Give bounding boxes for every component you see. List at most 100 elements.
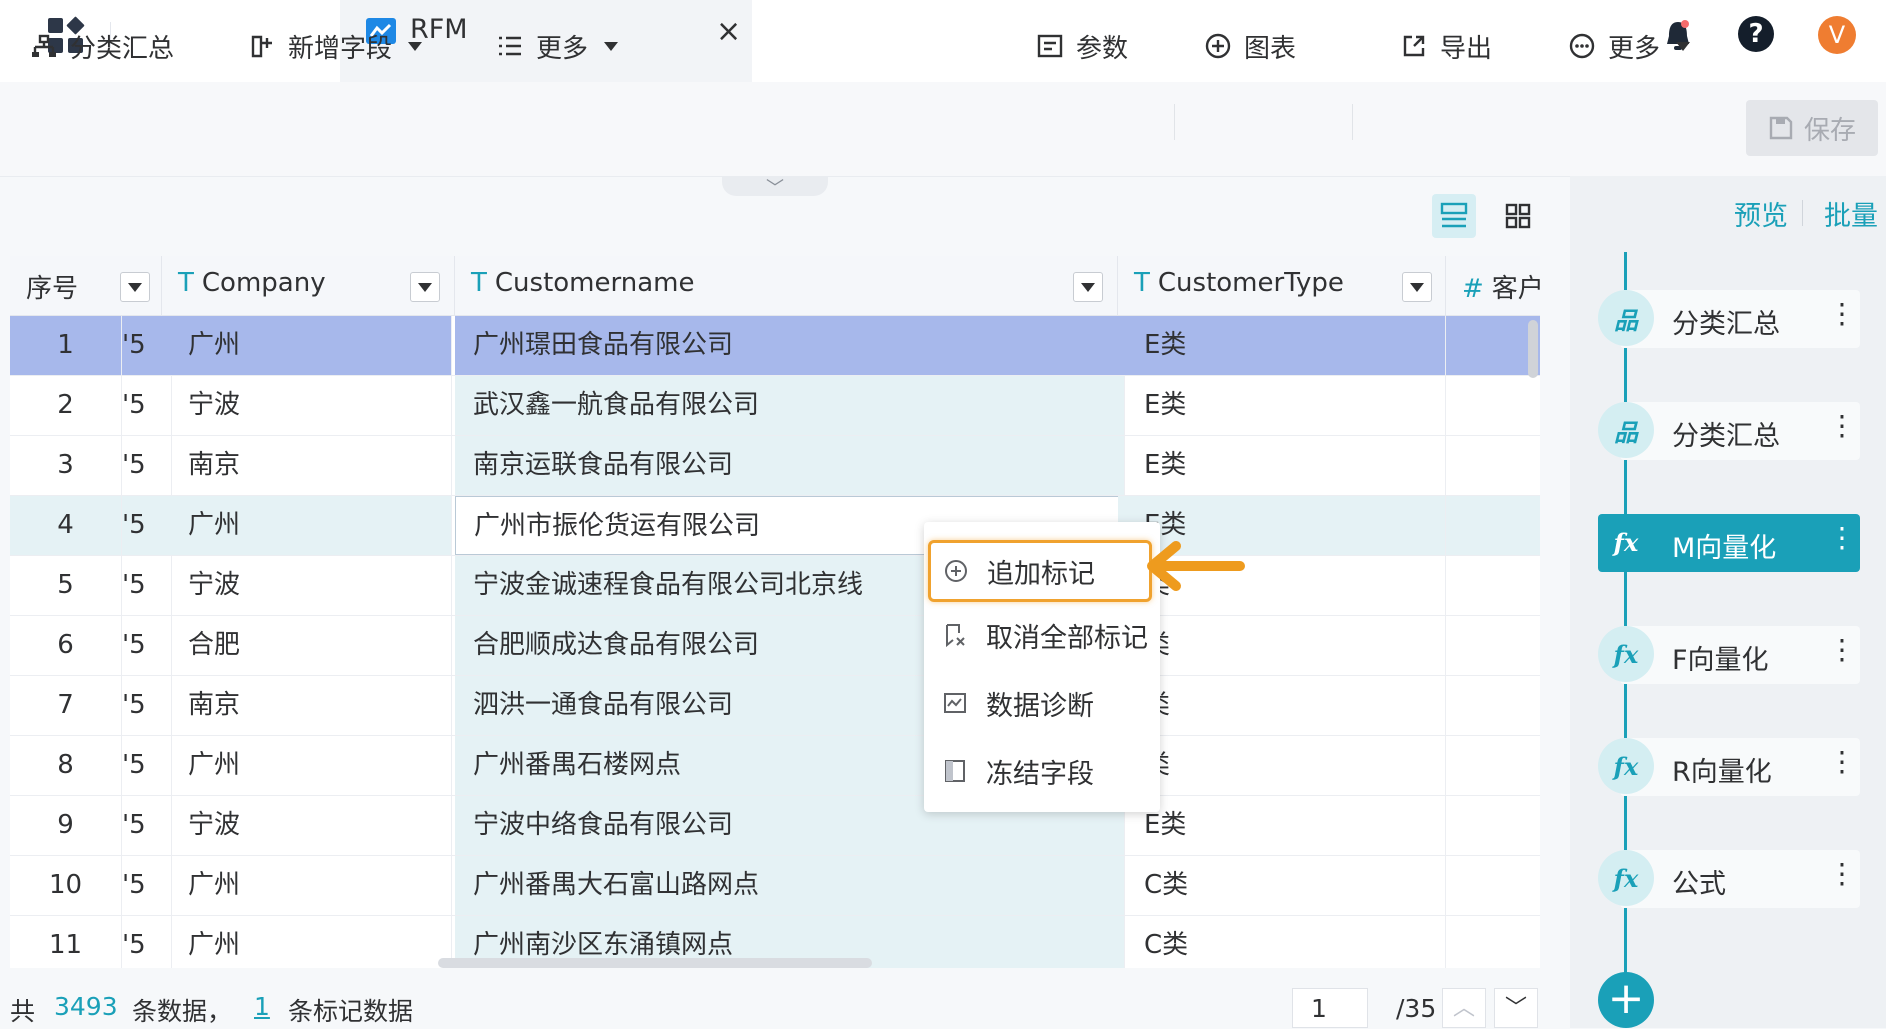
chart-button[interactable]: 图表 <box>1204 24 1296 68</box>
menu-item-append-mark[interactable]: 追加标记 <box>928 540 1152 602</box>
company-cell[interactable]: 宁波 <box>162 796 452 855</box>
table-row[interactable]: 5'5宁波宁波金诚速程食品有限公司北京线类 <box>10 556 1540 616</box>
table-row[interactable]: 7'5南京泗洪一通食品有限公司类 <box>10 676 1540 736</box>
row-index-cell[interactable]: 10 <box>10 856 122 915</box>
vertical-scrollbar[interactable] <box>1528 320 1538 378</box>
column-dropdown-icon[interactable] <box>410 272 440 302</box>
customertype-cell[interactable]: C类 <box>1118 916 1446 968</box>
company-cell[interactable]: 南京 <box>162 436 452 495</box>
customername-cell[interactable]: 武汉鑫一航食品有限公司 <box>455 376 1125 435</box>
menu-item-freeze-field[interactable]: 冻结字段 <box>930 740 1154 802</box>
step-item[interactable]: 品分类汇总 ⋮ <box>1598 290 1860 348</box>
row-index-cell[interactable]: 6 <box>10 616 122 675</box>
customer-number-cell[interactable] <box>1446 856 1540 915</box>
customer-number-cell[interactable] <box>1446 496 1540 555</box>
add-step-button[interactable]: + <box>1598 972 1654 1028</box>
row-index-cell[interactable]: 11 <box>10 916 122 968</box>
horizontal-scrollbar[interactable] <box>438 958 872 968</box>
customertype-cell[interactable]: E类 <box>1118 316 1446 375</box>
row-index-cell[interactable]: 5 <box>10 556 122 615</box>
company-cell[interactable]: 宁波 <box>162 556 452 615</box>
customer-number-cell[interactable] <box>1446 556 1540 615</box>
column-header[interactable]: T Company <box>162 256 455 316</box>
column-header[interactable]: # 客户 <box>1446 256 1540 316</box>
row-index-cell[interactable]: 3 <box>10 436 122 495</box>
customertype-cell[interactable]: 类 <box>1118 676 1446 735</box>
step-item[interactable]: fx 公式 ⋮ <box>1598 850 1860 908</box>
customer-number-cell[interactable] <box>1446 316 1540 375</box>
batch-link[interactable]: 批量 <box>1824 194 1878 233</box>
table-row[interactable]: 10'5 广州 广州番禺大石富山路网点 C类 <box>10 856 1540 916</box>
step-menu-icon[interactable]: ⋮ <box>1828 748 1856 776</box>
close-icon[interactable]: × <box>716 14 741 49</box>
step-item[interactable]: fx M向量化 ⋮ <box>1598 514 1860 572</box>
more-options-button[interactable]: 更多 <box>1568 24 1691 68</box>
column-dropdown-icon[interactable] <box>1073 272 1103 302</box>
customer-number-cell[interactable] <box>1446 616 1540 675</box>
customer-number-cell[interactable] <box>1446 916 1540 968</box>
company-cell[interactable]: 广州 <box>162 916 452 968</box>
table-row[interactable]: 8'5广州广州番禺石楼网点类 <box>10 736 1540 796</box>
customername-cell[interactable]: 南京运联食品有限公司 <box>455 436 1125 495</box>
step-menu-icon[interactable]: ⋮ <box>1828 636 1856 664</box>
step-item[interactable]: fx F向量化 ⋮ <box>1598 626 1860 684</box>
customertype-cell[interactable]: E类 <box>1118 376 1446 435</box>
row-index-cell[interactable]: 2 <box>10 376 122 435</box>
column-header[interactable]: 序号 <box>10 256 162 316</box>
customer-number-cell[interactable] <box>1446 736 1540 795</box>
customer-number-cell[interactable] <box>1446 676 1540 735</box>
save-button[interactable]: 保存 <box>1746 100 1878 156</box>
table-row[interactable]: 4'5 广州 广州市振伦货运有限公司 E类 <box>10 496 1540 556</box>
table-row[interactable]: 9'5 宁波 宁波中络食品有限公司 E类 <box>10 796 1540 856</box>
row-index-cell[interactable]: 4 <box>10 496 122 555</box>
menu-item-data-diagnosis[interactable]: 数据诊断 <box>930 672 1154 734</box>
preview-link[interactable]: 预览 <box>1734 194 1788 233</box>
prev-page-button[interactable]: ︿ <box>1442 988 1486 1028</box>
customertype-cell[interactable]: C类 <box>1118 856 1446 915</box>
customertype-cell[interactable]: E类 <box>1118 436 1446 495</box>
company-cell[interactable]: 南京 <box>162 676 452 735</box>
customertype-cell[interactable]: 类 <box>1118 736 1446 795</box>
company-cell[interactable]: 宁波 <box>162 376 452 435</box>
column-header[interactable]: T Customername <box>455 256 1118 316</box>
avatar[interactable]: V <box>1818 16 1856 54</box>
group-summary-button[interactable]: 分类汇总 <box>30 24 174 68</box>
parameter-button[interactable]: 参数 <box>1036 24 1128 68</box>
marked-count-link[interactable]: 1 <box>254 992 270 1021</box>
customertype-cell[interactable]: E类 <box>1118 796 1446 855</box>
table-row[interactable]: 1'5 广州 广州璟田食品有限公司 E类 <box>10 316 1540 376</box>
list-view-toggle[interactable] <box>1432 194 1476 238</box>
add-field-button[interactable]: 新增字段 <box>248 24 423 68</box>
more-menu-button[interactable]: 更多 <box>496 24 619 68</box>
column-header[interactable]: T CustomerType <box>1118 256 1446 316</box>
menu-item-clear-marks[interactable]: 取消全部标记 <box>930 604 1154 666</box>
step-menu-icon[interactable]: ⋮ <box>1828 300 1856 328</box>
company-cell[interactable]: 广州 <box>162 736 452 795</box>
step-menu-icon[interactable]: ⋮ <box>1828 524 1856 552</box>
row-index-cell[interactable]: 8 <box>10 736 122 795</box>
row-index-cell[interactable]: 1 <box>10 316 122 375</box>
customername-cell[interactable]: 广州番禺大石富山路网点 <box>455 856 1125 915</box>
company-cell[interactable]: 广州 <box>162 316 452 375</box>
collapse-toolbar-handle[interactable]: ﹀ <box>722 176 828 199</box>
grid-view-toggle[interactable] <box>1496 194 1540 238</box>
table-row[interactable]: 3'5 南京 南京运联食品有限公司 E类 <box>10 436 1540 496</box>
customer-number-cell[interactable] <box>1446 436 1540 495</box>
row-index-cell[interactable]: 9 <box>10 796 122 855</box>
customertype-cell[interactable]: 类 <box>1118 616 1446 675</box>
page-number-input[interactable]: 1 <box>1292 988 1368 1028</box>
row-index-cell[interactable]: 7 <box>10 676 122 735</box>
next-page-button[interactable]: ﹀ <box>1494 988 1538 1028</box>
export-button[interactable]: 导出 <box>1400 24 1492 68</box>
company-cell[interactable]: 广州 <box>162 496 452 555</box>
customer-number-cell[interactable] <box>1446 796 1540 855</box>
column-dropdown-icon[interactable] <box>120 272 150 302</box>
step-item[interactable]: fx R向量化 ⋮ <box>1598 738 1860 796</box>
step-menu-icon[interactable]: ⋮ <box>1828 412 1856 440</box>
company-cell[interactable]: 合肥 <box>162 616 452 675</box>
step-menu-icon[interactable]: ⋮ <box>1828 860 1856 888</box>
company-cell[interactable]: 广州 <box>162 856 452 915</box>
step-item[interactable]: 品分类汇总 ⋮ <box>1598 402 1860 460</box>
column-dropdown-icon[interactable] <box>1402 272 1432 302</box>
customername-cell[interactable]: 广州璟田食品有限公司 <box>455 316 1125 375</box>
